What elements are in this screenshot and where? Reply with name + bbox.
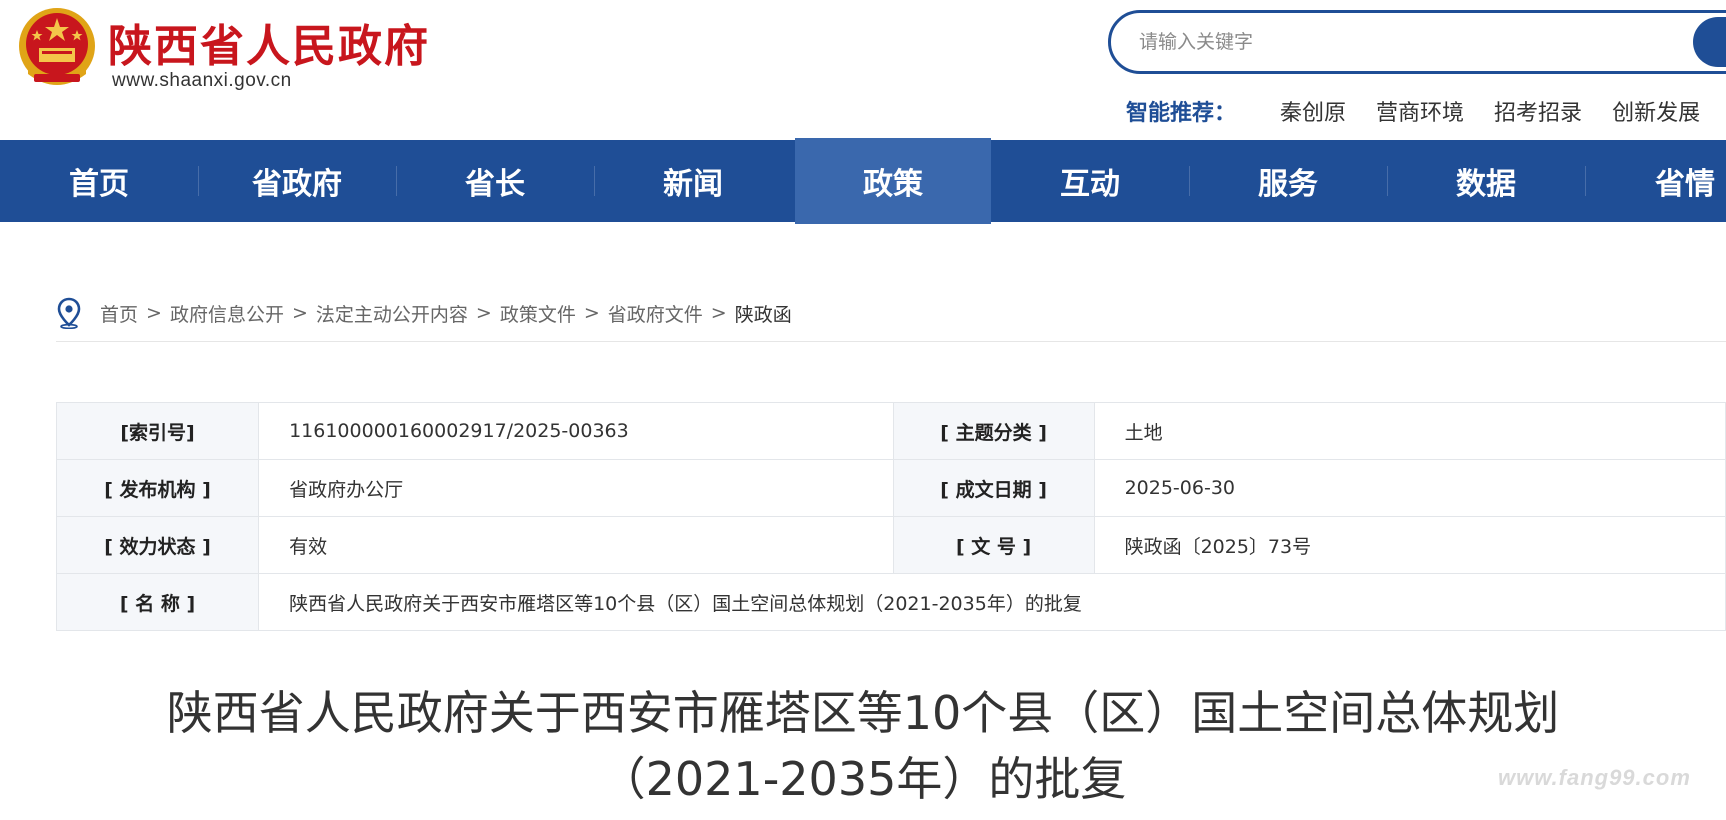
breadcrumb: 首页 > 政府信息公开 > 法定主动公开内容 > 政策文件 > 省政府文件 > … [56, 296, 792, 330]
breadcrumb-policy-files[interactable]: 政策文件 [500, 300, 576, 327]
national-emblem-logo[interactable] [14, 4, 100, 94]
table-row: [ 发布机构 ] 省政府办公厅 [ 成文日期 ] 2025-06-30 [55, 459, 1726, 517]
main-nav: 首页 省政府 省长 新闻 政策 互动 服务 数据 省情 [0, 138, 1726, 224]
document-name-value: 陕西省人民政府关于西安市雁塔区等10个县（区）国土空间总体规划（2021-203… [258, 573, 1726, 631]
nav-news[interactable]: 新闻 [594, 140, 792, 222]
breadcrumb-current[interactable]: 陕政函 [735, 300, 792, 327]
recommend-label: 智能推荐： [1126, 101, 1237, 126]
table-row: [ 名 称 ] 陕西省人民政府关于西安市雁塔区等10个县（区）国土空间总体规划（… [55, 573, 1726, 631]
recommend-item-recruitment[interactable]: 招考招录 [1494, 95, 1582, 127]
breadcrumb-separator: > [583, 302, 600, 324]
topic-category-label: [ 主题分类 ] [892, 402, 1095, 460]
document-title-line1: 陕西省人民政府关于西安市雁塔区等10个县（区）国土空间总体规划 [166, 686, 1560, 740]
breadcrumb-home[interactable]: 首页 [100, 300, 138, 327]
document-title-line2: （2021-2035年）的批复 [599, 752, 1127, 806]
breadcrumb-separator: > [475, 302, 492, 324]
document-meta-table: [索引号] 116100000160002917/2025-00363 [ 主题… [55, 402, 1726, 631]
index-number-value: 116100000160002917/2025-00363 [258, 402, 894, 460]
nav-services[interactable]: 服务 [1189, 140, 1387, 222]
written-date-label: [ 成文日期 ] [892, 459, 1095, 517]
document-number-value: 陕政函〔2025〕73号 [1093, 516, 1726, 574]
document-name-label: [ 名 称 ] [55, 573, 260, 631]
table-row: [ 效力状态 ] 有效 [ 文 号 ] 陕政函〔2025〕73号 [55, 516, 1726, 574]
breadcrumb-statutory-disclosure[interactable]: 法定主动公开内容 [316, 300, 468, 327]
nav-interaction[interactable]: 互动 [991, 140, 1189, 222]
search-button[interactable] [1693, 17, 1726, 67]
site-title[interactable]: 陕西省人民政府 [108, 10, 430, 74]
breadcrumb-gov-info-disclosure[interactable]: 政府信息公开 [170, 300, 284, 327]
breadcrumb-divider [56, 341, 1726, 342]
topic-category-value: 土地 [1093, 402, 1726, 460]
recommend-item-qinchuangyuan[interactable]: 秦创原 [1280, 95, 1346, 127]
written-date-value: 2025-06-30 [1093, 459, 1726, 517]
nav-data[interactable]: 数据 [1387, 140, 1585, 222]
document-title: 陕西省人民政府关于西安市雁塔区等10个县（区）国土空间总体规划 （2021-20… [0, 680, 1726, 812]
breadcrumb-separator: > [710, 302, 727, 324]
validity-status-label: [ 效力状态 ] [55, 516, 260, 574]
validity-status-value: 有效 [258, 516, 894, 574]
location-pin-icon [57, 297, 81, 329]
breadcrumb-separator: > [146, 302, 162, 324]
table-row: [索引号] 116100000160002917/2025-00363 [ 主题… [55, 402, 1726, 460]
issuer-value: 省政府办公厅 [258, 459, 894, 517]
breadcrumb-provincial-gov-files[interactable]: 省政府文件 [608, 300, 703, 327]
watermark: www.fang99.com [1498, 765, 1691, 790]
issuer-label: [ 发布机构 ] [55, 459, 260, 517]
document-number-label: [ 文 号 ] [892, 516, 1095, 574]
index-number-label: [索引号] [55, 402, 260, 460]
recommend-item-innovation[interactable]: 创新发展 [1612, 95, 1700, 127]
nav-home[interactable]: 首页 [0, 140, 198, 222]
nav-governor[interactable]: 省长 [396, 140, 594, 222]
breadcrumb-separator: > [291, 302, 308, 324]
site-url[interactable]: www.shaanxi.gov.cn [112, 70, 292, 92]
nav-provincial-government[interactable]: 省政府 [198, 140, 396, 222]
nav-provincial-info[interactable]: 省情 [1585, 140, 1726, 222]
search-box [1108, 10, 1726, 74]
nav-policy[interactable]: 政策 [795, 138, 991, 224]
site-header: 陕西省人民政府 www.shaanxi.gov.cn 智能推荐： 秦创原 营商环… [0, 0, 1726, 140]
search-input[interactable] [1139, 25, 1659, 59]
smart-recommend: 智能推荐： 秦创原 营商环境 招考招录 创新发展 [1126, 94, 1726, 128]
recommend-item-business-environment[interactable]: 营商环境 [1376, 95, 1464, 127]
